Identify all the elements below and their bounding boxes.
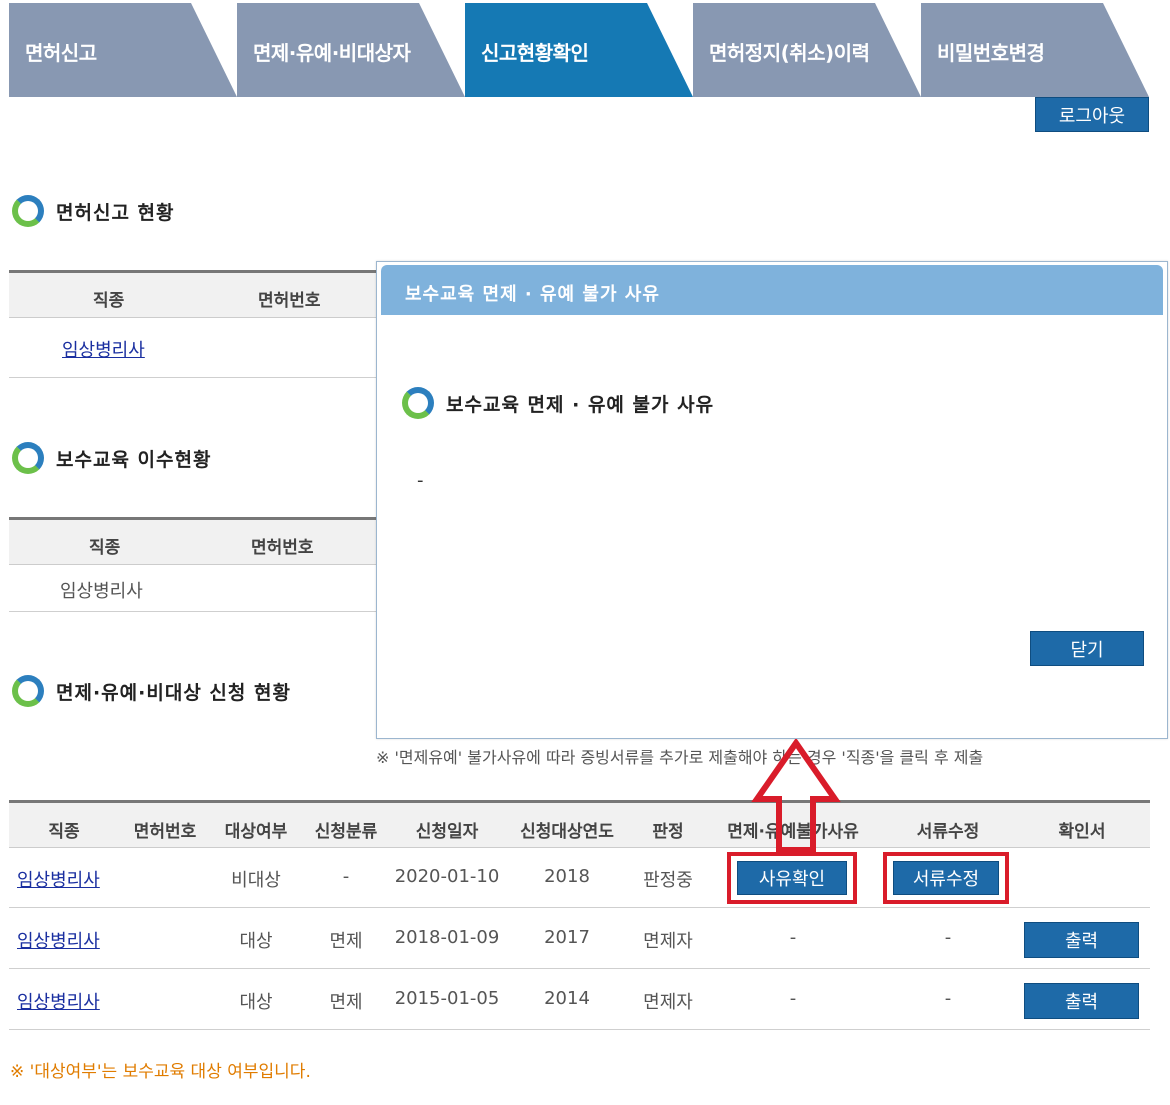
row-divider bbox=[9, 611, 379, 612]
section-heading-license-report: 면허신고 현황 bbox=[12, 195, 175, 227]
job-link[interactable]: 임상병리사 bbox=[17, 866, 100, 892]
section-title: 면제·유예·비대상 신청 현황 bbox=[56, 681, 291, 704]
row-divider bbox=[9, 968, 1150, 969]
docs-cell: - bbox=[944, 927, 952, 948]
ring-bullet-icon bbox=[402, 387, 434, 419]
date-cell: 2015-01-05 bbox=[394, 988, 500, 1009]
column-header-docs: 서류수정 bbox=[916, 822, 980, 842]
year-cell: 2017 bbox=[544, 927, 590, 948]
category-cell: - bbox=[342, 866, 350, 887]
decision-cell: 면제자 bbox=[643, 931, 693, 952]
section-title: 면허신고 현황 bbox=[56, 201, 175, 224]
target-cell: 대상 bbox=[239, 992, 273, 1013]
column-header-target: 대상여부 bbox=[224, 822, 288, 842]
print-certificate-button[interactable]: 출력 bbox=[1024, 983, 1139, 1019]
reason-cell: - bbox=[789, 927, 797, 948]
column-header-category: 신청분류 bbox=[314, 822, 378, 842]
docs-cell: - bbox=[944, 988, 952, 1009]
tab-label: 면제·유예·비대상자 bbox=[253, 41, 411, 65]
tab-exemption-targets[interactable]: 면제·유예·비대상자 bbox=[237, 3, 465, 97]
row-divider bbox=[9, 377, 379, 378]
column-header-date: 신청일자 bbox=[415, 822, 479, 842]
modal-reason-text: - bbox=[417, 470, 424, 491]
column-header-decision: 판정 bbox=[652, 822, 684, 842]
reason-modal: 보수교육 면제 · 유예 불가 사유 보수교육 면제 · 유예 불가 사유 - … bbox=[376, 261, 1168, 739]
tab-suspension-history[interactable]: 면허정지(취소)이력 bbox=[693, 3, 921, 97]
category-cell: 면제 bbox=[329, 992, 363, 1013]
job-link[interactable]: 임상병리사 bbox=[62, 336, 145, 362]
print-certificate-button[interactable]: 출력 bbox=[1024, 922, 1139, 958]
tab-report-status[interactable]: 신고현황확인 bbox=[465, 3, 693, 97]
tab-change-password[interactable]: 비밀번호변경 bbox=[921, 3, 1149, 97]
tab-license-report[interactable]: 면허신고 bbox=[9, 3, 237, 97]
target-note: ※ '대상여부'는 보수교육 대상 여부입니다. bbox=[10, 1062, 311, 1082]
close-button[interactable]: 닫기 bbox=[1030, 631, 1144, 666]
job-link[interactable]: 임상병리사 bbox=[17, 927, 100, 953]
view-reason-button[interactable]: 사유확인 bbox=[737, 861, 847, 895]
target-cell: 대상 bbox=[239, 931, 273, 952]
job-link[interactable]: 임상병리사 bbox=[17, 988, 100, 1014]
tab-label: 신고현황확인 bbox=[481, 41, 589, 65]
job-cell: 임상병리사 bbox=[60, 581, 143, 602]
row-divider bbox=[9, 907, 1150, 908]
ring-bullet-icon bbox=[12, 675, 44, 707]
edit-documents-button[interactable]: 서류수정 bbox=[893, 861, 999, 895]
target-cell: 비대상 bbox=[231, 870, 281, 891]
top-nav-tabs: 면허신고 면제·유예·비대상자 신고현황확인 면허정지(취소)이력 비밀번호변경 bbox=[9, 3, 1159, 97]
evidence-note: ※ '면제유예' 불가사유에 따라 증빙서류를 추가로 제출해야 하는 경우 '… bbox=[376, 748, 984, 767]
exemption-table-header: 직종 면허번호 대상여부 신청분류 신청일자 신청대상연도 판정 면제·유예불가… bbox=[9, 800, 1150, 848]
logout-button[interactable]: 로그아웃 bbox=[1035, 97, 1149, 132]
tab-label: 면허정지(취소)이력 bbox=[709, 41, 870, 65]
column-header-job: 직종 bbox=[93, 291, 125, 311]
education-table-header: 직종 면허번호 bbox=[9, 517, 379, 565]
license-table-header: 직종 면허번호 bbox=[9, 270, 379, 318]
column-header-license-number: 면허번호 bbox=[133, 822, 197, 842]
up-arrow-icon bbox=[751, 739, 841, 853]
modal-heading: 보수교육 면제 · 유예 불가 사유 bbox=[402, 387, 714, 419]
decision-cell: 판정중 bbox=[643, 870, 693, 891]
column-header-certificate: 확인서 bbox=[1058, 822, 1106, 842]
year-cell: 2014 bbox=[544, 988, 590, 1009]
ring-bullet-icon bbox=[12, 195, 44, 227]
date-cell: 2020-01-10 bbox=[394, 866, 500, 887]
modal-heading-text: 보수교육 면제 · 유예 불가 사유 bbox=[446, 393, 715, 416]
category-cell: 면제 bbox=[329, 931, 363, 952]
reason-cell: - bbox=[789, 988, 797, 1009]
tab-label: 면허신고 bbox=[25, 41, 97, 65]
column-header-target-year: 신청대상연도 bbox=[520, 822, 614, 842]
tab-label: 비밀번호변경 bbox=[937, 41, 1045, 65]
row-divider bbox=[9, 1029, 1150, 1030]
section-title: 보수교육 이수현황 bbox=[56, 448, 212, 471]
column-header-license-number: 면허번호 bbox=[258, 291, 321, 311]
column-header-job: 직종 bbox=[48, 822, 80, 842]
column-header-job: 직종 bbox=[89, 538, 121, 558]
modal-title: 보수교육 면제 · 유예 불가 사유 bbox=[381, 265, 1163, 315]
date-cell: 2018-01-09 bbox=[394, 927, 500, 948]
section-heading-education-status: 보수교육 이수현황 bbox=[12, 442, 211, 474]
ring-bullet-icon bbox=[12, 442, 44, 474]
column-header-license-number: 면허번호 bbox=[251, 538, 314, 558]
section-heading-exemption-status: 면제·유예·비대상 신청 현황 bbox=[12, 675, 291, 707]
year-cell: 2018 bbox=[544, 866, 590, 887]
decision-cell: 면제자 bbox=[643, 992, 693, 1013]
